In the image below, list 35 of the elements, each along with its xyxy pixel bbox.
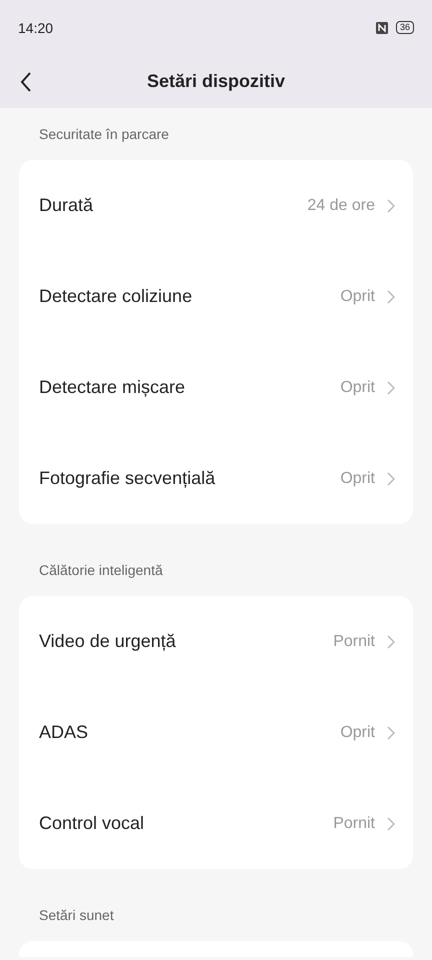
chevron-icon xyxy=(387,380,395,394)
row-label: Fotografie secvențială xyxy=(39,468,216,489)
chevron-icon xyxy=(387,634,395,648)
chevron-icon xyxy=(387,472,395,486)
page-title: Setări dispozitiv xyxy=(146,71,286,92)
chevron-icon xyxy=(387,290,395,304)
row-label: Durată xyxy=(39,195,94,216)
row-label: Control vocal xyxy=(39,813,144,834)
settings-row[interactable]: Detectare coliziune Oprit xyxy=(19,251,413,342)
row-value: Oprit xyxy=(340,288,375,306)
row-value: Oprit xyxy=(340,470,375,488)
row-value: Pornit xyxy=(333,814,375,832)
settings-row[interactable]: Video de urgență Pornit xyxy=(19,596,413,687)
chevron-icon xyxy=(387,816,395,830)
row-value: Pornit xyxy=(333,632,375,650)
row-value: Oprit xyxy=(340,378,375,396)
section-title: Călătorie inteligentă xyxy=(38,561,164,580)
battery-icon: 36 xyxy=(396,21,414,34)
section-title: Setări sunet xyxy=(38,906,115,925)
nfc-icon xyxy=(376,22,388,34)
row-label: Video de urgență xyxy=(39,631,176,652)
row-label: Detectare coliziune xyxy=(39,286,192,307)
row-value: 24 de ore xyxy=(307,196,375,214)
section-title: Securitate în parcare xyxy=(38,125,170,144)
row-value: Oprit xyxy=(340,724,375,742)
settings-row[interactable]: Fotografie secvențială Oprit xyxy=(19,433,413,524)
settings-row[interactable]: ADAS Oprit xyxy=(19,687,413,778)
row-label: Detectare mișcare xyxy=(39,377,186,398)
settings-row[interactable]: Control vocal Pornit xyxy=(19,778,413,869)
chevron-icon xyxy=(387,198,395,212)
settings-row[interactable]: Detectare mișcare Oprit xyxy=(19,342,413,433)
clock-time: 14:20 xyxy=(18,20,54,36)
chevron-icon xyxy=(387,726,395,740)
settings-row[interactable]: Durată 24 de ore xyxy=(19,160,413,251)
row-label: ADAS xyxy=(39,722,88,743)
